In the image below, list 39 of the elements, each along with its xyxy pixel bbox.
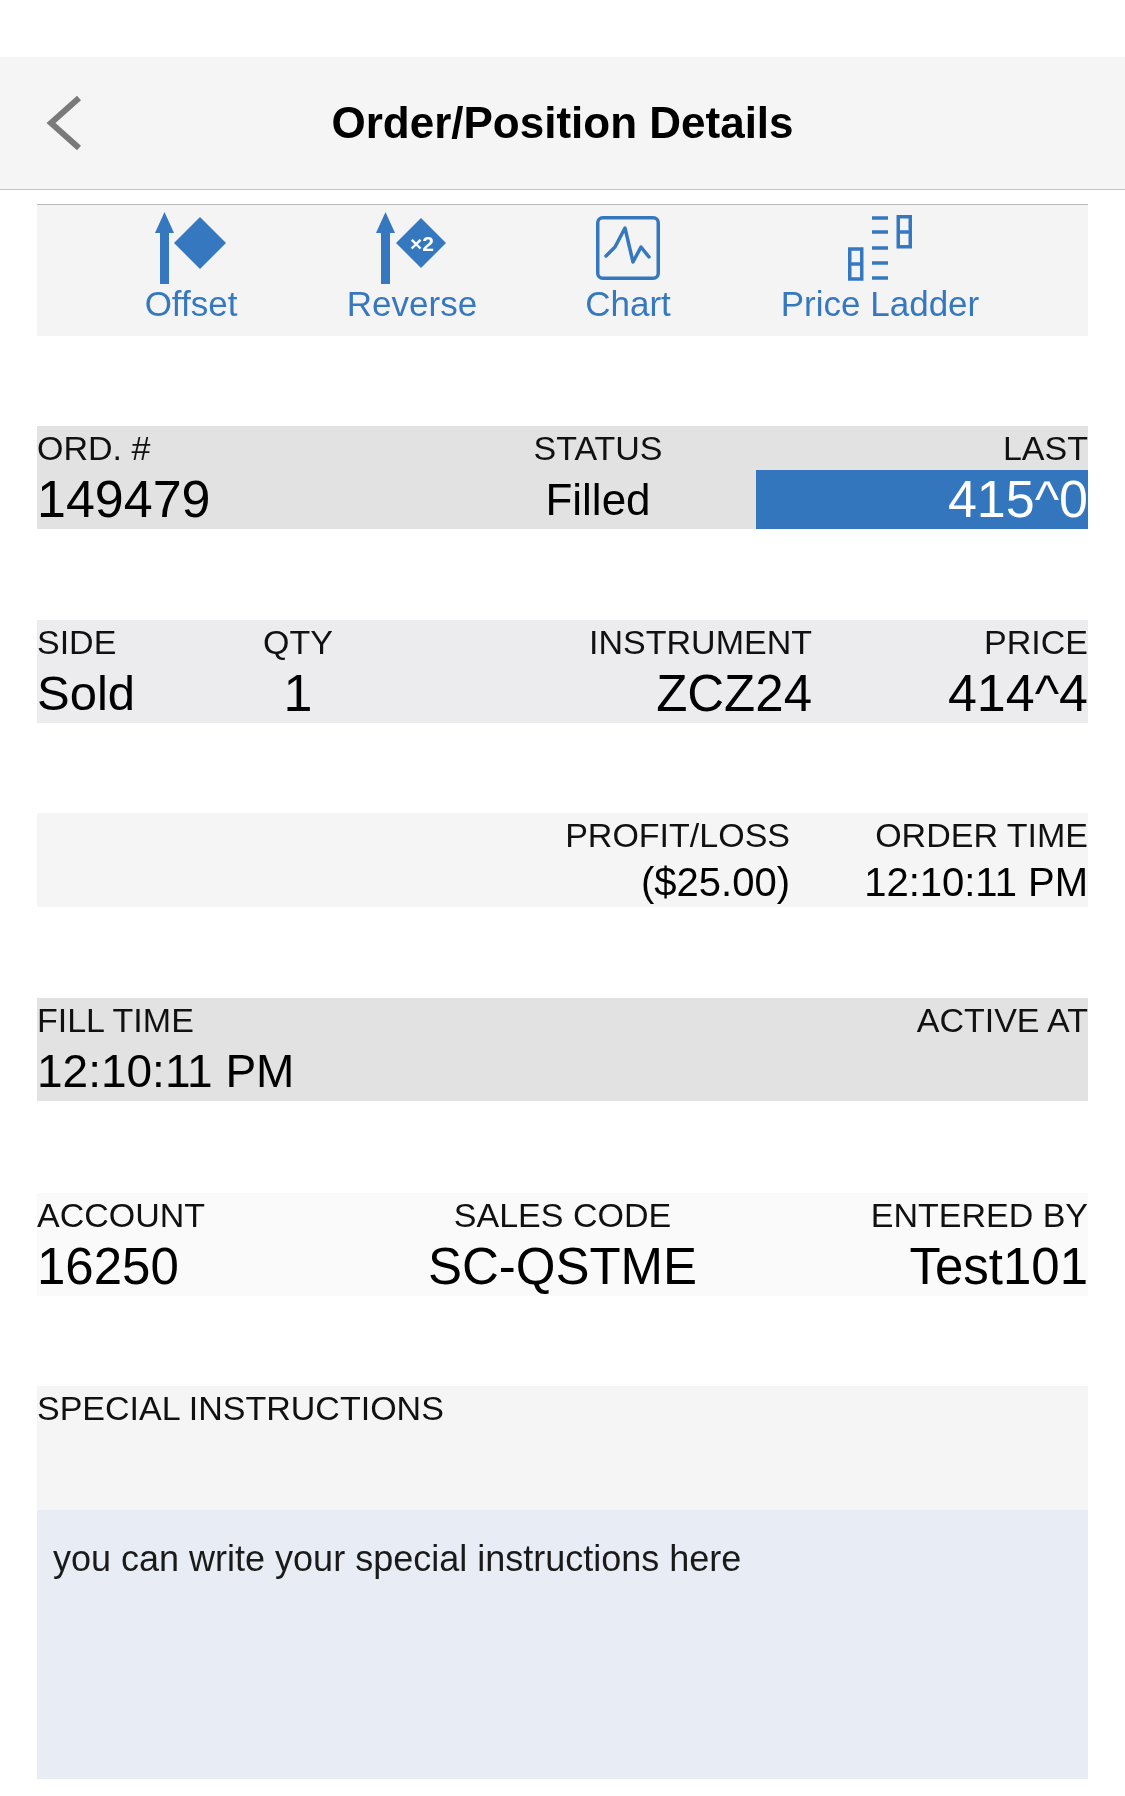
back-button[interactable]: [46, 94, 84, 152]
instructions-field[interactable]: you can write your special instructions here: [37, 1510, 1088, 1779]
field-value: 1: [283, 664, 313, 723]
field-value: 12:10:11 PM: [37, 1044, 295, 1099]
field-value: 149479: [37, 470, 211, 529]
field-value: ($25.00): [641, 859, 790, 906]
price-ladder-icon: [848, 215, 912, 281]
page-title: Order/Position Details: [331, 96, 794, 149]
field-label: PRICE: [984, 622, 1088, 663]
field-value: SC-QSTME: [427, 1237, 698, 1296]
field-label: QTY: [263, 622, 333, 663]
field-label: ACTIVE AT: [916, 1000, 1088, 1041]
field-value: Filled: [545, 474, 651, 526]
field-label: ENTERED BY: [870, 1195, 1088, 1236]
field-label: PROFIT/LOSS: [565, 815, 790, 856]
field-label: ACCOUNT: [37, 1195, 206, 1236]
field-value: Test101: [909, 1237, 1088, 1296]
field-label: ORD. #: [37, 428, 151, 469]
reverse-button[interactable]: ×2 Reverse: [346, 212, 478, 324]
field-value: ZCZ24: [656, 664, 812, 723]
field-value: 415^0: [756, 470, 1088, 529]
field-label: LAST: [1002, 428, 1088, 469]
field-value: 16250: [37, 1237, 179, 1296]
field-value: 414^4: [947, 664, 1088, 723]
arrow-diamond-icon: [155, 212, 227, 284]
offset-button[interactable]: Offset: [144, 212, 238, 324]
chart-button[interactable]: Chart: [585, 212, 671, 324]
field-value: Sold: [37, 665, 136, 722]
field-label: INSTRUMENT: [589, 622, 812, 663]
field-label: SIDE: [37, 622, 117, 663]
chevron-left-icon: [46, 94, 84, 152]
price-ladder-button[interactable]: Price Ladder: [780, 212, 980, 324]
field-label: STATUS: [533, 428, 663, 469]
field-label: FILL TIME: [37, 1000, 194, 1041]
field-value: 12:10:11 PM: [864, 859, 1088, 906]
field-label: SALES CODE: [453, 1195, 672, 1236]
field-label: SPECIAL INSTRUCTIONS: [37, 1388, 444, 1429]
line-chart-icon: [596, 216, 660, 280]
field-label: ORDER TIME: [875, 815, 1088, 856]
